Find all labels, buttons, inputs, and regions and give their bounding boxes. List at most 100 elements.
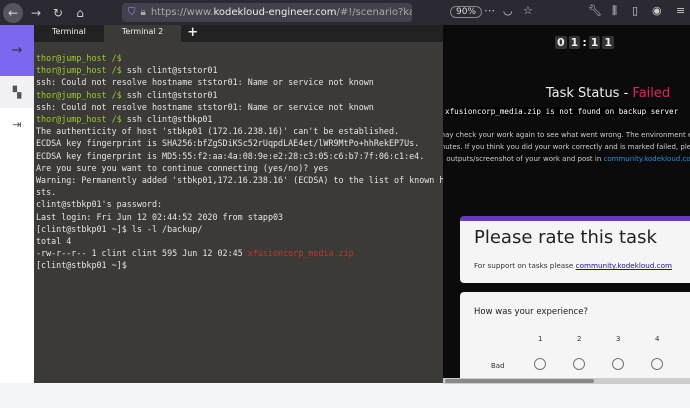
rating-radio-4[interactable] <box>651 358 663 370</box>
horizontal-scrollbar[interactable] <box>443 378 690 384</box>
account-icon[interactable]: ◉ <box>652 4 662 17</box>
sidebar-toggle[interactable]: → <box>0 25 34 76</box>
terminal-line: ssh: Could not resolve hostname ststor01… <box>36 76 443 88</box>
wrench-icon[interactable]: 🔧︎ <box>588 4 602 17</box>
scale-label: 3 <box>616 335 621 343</box>
terminal-line: The authenticity of host 'stbkp01 (172.1… <box>36 125 443 137</box>
shield-icon: ⛉ <box>128 7 136 18</box>
line-text: Are you sure you want to continue connec… <box>36 162 329 173</box>
terminal-line: ssh: Could not resolve hostname ststor01… <box>36 101 443 113</box>
question-text: How was your experience? <box>474 307 588 317</box>
support-link[interactable]: community.kodekloud.com <box>576 261 672 270</box>
line-text: ssh clint@ststor01 <box>121 89 218 100</box>
task-panel: 01:11 Task Status - Failed xfusioncorp_m… <box>443 25 690 378</box>
more-icon[interactable]: ⋯ <box>484 4 495 17</box>
line-text: [clint@stbkp01 ~]$ <box>36 260 127 271</box>
timer-digit: 1 <box>588 36 601 49</box>
browser-toolbar: ← → ↻ ⌂ ⛉ 🔒︎ https://www.kodekloud-engin… <box>0 0 690 25</box>
tab-terminal-2[interactable]: Terminal 2 <box>103 25 182 42</box>
url-path: /#!/scenario?katacoda_scena <box>336 7 412 18</box>
url-prefix: https://www. <box>150 7 214 18</box>
tab-terminal[interactable]: Terminal <box>34 25 104 42</box>
line-text: Warning: Permanently added 'stbkp01,172.… <box>36 175 450 186</box>
timer-digit: 1 <box>602 36 615 49</box>
line-text: sts. <box>36 187 57 198</box>
line-text: clint@stbkp01's password: <box>36 199 163 210</box>
timer-digit: 0 <box>555 36 567 49</box>
line-text: -rw-r--r-- 1 clint clint 595 Jun 12 02:4… <box>36 248 248 259</box>
timer-digit: 1 <box>568 36 581 49</box>
sidebar-item-dashboard[interactable]: ▚ <box>0 76 34 108</box>
terminal-line: thor@jump_host /$ ssh clint@ststor01 <box>36 89 443 101</box>
file-name: xfusioncorp_media.zip <box>247 248 354 259</box>
scale-label: 2 <box>577 335 582 343</box>
prompt: thor@jump_host /$ <box>36 53 122 63</box>
url-domain: kodekloud-engineer.com <box>213 7 337 18</box>
line-text: ssh clint@ststor01 <box>121 65 218 76</box>
rating-radio-3[interactable] <box>612 358 624 370</box>
support-text: For support on tasks please community.ko… <box>474 261 672 270</box>
task-status: Task Status - Failed <box>443 86 690 101</box>
zoom-level[interactable]: 90% <box>450 6 483 18</box>
lock-icon: 🔒︎ <box>140 7 146 18</box>
terminal-line: total 4 <box>36 235 443 247</box>
terminal-line: [clint@stbkp01 ~]$ ls -l /backup/ <box>36 223 443 235</box>
terminal-line: -rw-r--r-- 1 clint clint 595 Jun 12 02:4… <box>36 247 443 259</box>
terminal-line: Are you sure you want to continue connec… <box>36 162 443 174</box>
line-text: [clint@stbkp01 ~]$ ls -l /backup/ <box>36 223 203 234</box>
arrow-right-icon: → <box>11 43 23 58</box>
line-text: Last login: Fri Jun 12 02:44:52 2020 fro… <box>36 211 284 222</box>
line-text: ECDSA key fingerprint is MD5:55:f2:aa:4a… <box>36 150 425 161</box>
rating-question-card: How was your experience? 1 2 3 4 Bad <box>460 292 690 378</box>
reload-button[interactable]: ↻ <box>49 6 67 20</box>
terminal-line: sts. <box>36 186 443 198</box>
terminal-line: thor@jump_host /$ ssh clint@ststor01 <box>36 64 443 76</box>
terminal-line: Warning: Permanently added 'stbkp01,172.… <box>36 174 449 186</box>
home-button[interactable]: ⌂ <box>71 6 89 20</box>
scrollbar-thumb[interactable] <box>445 379 594 383</box>
terminal-panel[interactable]: Terminal Terminal 2 + thor@jump_host /$ t… <box>34 25 449 383</box>
line-text: The authenticity of host 'stbkp01 (172.1… <box>36 126 400 137</box>
menu-icon[interactable]: ≡ <box>676 4 685 17</box>
pocket-icon[interactable]: ◡ <box>503 4 513 17</box>
terminal-line: thor@jump_host /$ ssh clint@stbkp01 <box>36 113 443 125</box>
info-text: You may check your work again to see wha… <box>443 129 690 165</box>
countdown-timer: 01:11 <box>555 36 615 49</box>
add-tab-button[interactable]: + <box>181 25 204 42</box>
terminal-line: thor@jump_host /$ <box>36 52 443 64</box>
back-button[interactable]: ← <box>3 2 23 23</box>
bad-label: Bad <box>491 362 505 370</box>
sidebar: → ▚ ⇥ <box>0 25 34 383</box>
line-text: total 4 <box>36 236 72 247</box>
terminal-output[interactable]: thor@jump_host /$ thor@jump_host /$ ssh c… <box>34 42 449 272</box>
prompt: thor@jump_host /$ <box>36 65 122 76</box>
scale-label: 4 <box>655 335 660 343</box>
rating-radio-1[interactable] <box>534 358 546 370</box>
sidebar-item-logout[interactable]: ⇥ <box>0 108 34 140</box>
line-text: ssh clint@stbkp01 <box>121 114 213 125</box>
line-text: ssh: Could not resolve hostname ststor01… <box>36 101 374 112</box>
line-text: ECDSA key fingerprint is SHA256:bfZgSDiK… <box>36 138 420 149</box>
prompt: thor@jump_host /$ <box>36 89 122 100</box>
rating-title: Please rate this task <box>474 227 657 248</box>
terminal-line: [clint@stbkp01 ~]$ <box>36 259 443 271</box>
sidebar-icon[interactable]: ▯ <box>632 4 638 17</box>
status-label: Task Status - <box>545 86 633 101</box>
failure-message: xfusioncorp_media.zip is not found on ba… <box>445 107 679 116</box>
community-link[interactable]: community.kodekloud.com <box>604 155 690 163</box>
terminal-line: ECDSA key fingerprint is MD5:55:f2:aa:4a… <box>36 150 443 162</box>
prompt: thor@jump_host /$ <box>36 114 122 125</box>
terminal-line: clint@stbkp01's password: <box>36 198 443 210</box>
rating-radio-2[interactable] <box>573 358 585 370</box>
scale-label: 1 <box>538 335 543 343</box>
terminal-tabs: Terminal Terminal 2 + <box>34 25 443 42</box>
library-icon[interactable]: ⫼ <box>612 4 617 18</box>
url-bar[interactable]: ⛉ 🔒︎ https://www.kodekloud-engineer.com/… <box>122 3 412 22</box>
support-label: For support on tasks please <box>474 261 576 270</box>
line-text: ssh: Could not resolve hostname ststor01… <box>36 77 374 88</box>
star-icon[interactable]: ☆ <box>523 4 533 17</box>
status-value: Failed <box>632 86 671 101</box>
forward-button[interactable]: → <box>27 6 45 20</box>
rating-header-card: Please rate this task For support on tas… <box>460 216 690 283</box>
terminal-line: ECDSA key fingerprint is SHA256:bfZgSDiK… <box>36 137 443 149</box>
